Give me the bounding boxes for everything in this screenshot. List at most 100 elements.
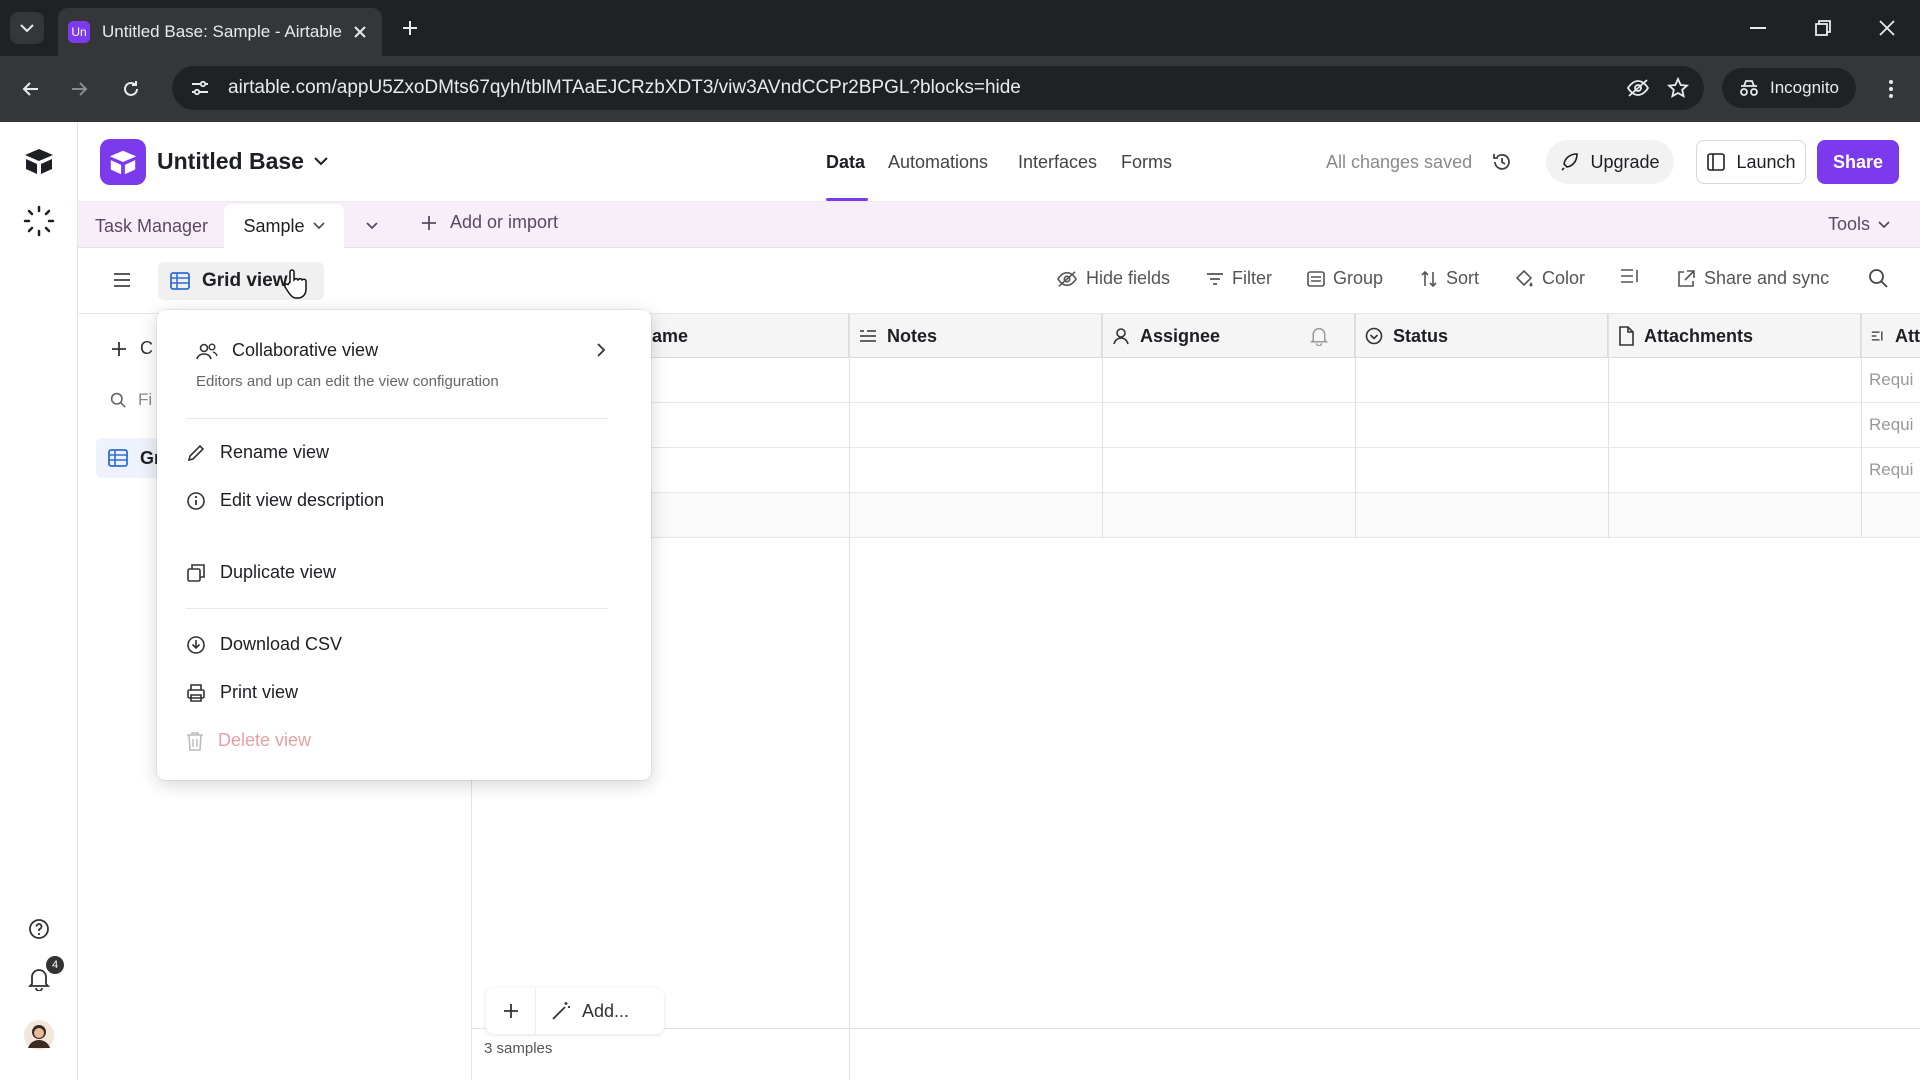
new-tab-button[interactable] — [396, 14, 424, 42]
nav-tab-automations[interactable]: Automations — [888, 152, 988, 173]
tools-button[interactable]: Tools — [1828, 214, 1890, 235]
browser-menu-button[interactable] — [1876, 72, 1906, 106]
table-row[interactable]: Requi — [472, 403, 1920, 448]
table-row[interactable]: Requi — [472, 358, 1920, 403]
upgrade-label: Upgrade — [1590, 151, 1660, 172]
menu-item-collaborative-view[interactable]: Collaborative view — [196, 340, 378, 361]
column-header-assignee[interactable]: Assignee — [1102, 314, 1355, 358]
menu-item-delete-view[interactable]: Delete view — [186, 730, 311, 751]
table-tab-task-manager[interactable]: Task Manager — [95, 216, 208, 237]
notification-count-badge: 4 — [46, 956, 64, 974]
add-with-ai-button[interactable]: Add... — [536, 1000, 629, 1022]
incognito-badge[interactable]: Incognito — [1722, 68, 1856, 108]
filter-button[interactable]: Filter — [1206, 268, 1272, 289]
history-icon[interactable] — [1488, 148, 1516, 176]
group-button[interactable]: Group — [1307, 268, 1383, 289]
share-and-sync-label: Share and sync — [1704, 268, 1830, 288]
tab-search-button[interactable] — [10, 12, 44, 44]
column-header-notes[interactable]: Notes — [849, 314, 1102, 358]
add-row[interactable] — [472, 493, 1920, 538]
search-button[interactable] — [1868, 268, 1888, 288]
browser-tab[interactable]: Un Untitled Base: Sample - Airtable — [58, 8, 382, 56]
find-view-input[interactable]: Fi — [110, 390, 152, 410]
color-button[interactable]: Color — [1514, 268, 1585, 289]
back-button[interactable] — [14, 72, 48, 106]
all-tables-button[interactable] — [360, 214, 384, 238]
filter-label: Filter — [1232, 268, 1272, 288]
site-info-icon[interactable] — [180, 68, 220, 108]
grid-footer-divider — [472, 1028, 1920, 1029]
forward-button[interactable] — [62, 72, 96, 106]
hide-fields-button[interactable]: Hide fields — [1056, 268, 1170, 289]
record-count: 3 samples — [484, 1040, 553, 1057]
nav-tab-data[interactable]: Data — [826, 152, 865, 173]
menu-item-rename-view[interactable]: Rename view — [186, 442, 329, 463]
base-name-dropdown[interactable]: Untitled Base — [157, 148, 328, 175]
menu-item-print-view[interactable]: Print view — [186, 682, 298, 703]
address-bar[interactable]: airtable.com/appU5ZxoDMts67qyh/tblMTAaEJ… — [172, 66, 1704, 110]
paint-bucket-icon — [1515, 269, 1533, 286]
search-icon — [1869, 269, 1888, 288]
add-or-import-button[interactable]: Add or import — [420, 212, 558, 233]
plus-icon — [112, 341, 126, 356]
add-record-button[interactable] — [486, 988, 536, 1034]
launch-button[interactable]: Launch — [1696, 140, 1806, 184]
view-name: Grid view — [202, 270, 288, 291]
menu-item-edit-view-description[interactable]: Edit view description — [186, 490, 384, 511]
url-text[interactable]: airtable.com/appU5ZxoDMts67qyh/tblMTAaEJ… — [228, 77, 1618, 99]
minimize-button[interactable] — [1743, 14, 1773, 42]
eye-slash-icon[interactable] — [1618, 68, 1658, 108]
magic-wand-icon — [552, 1002, 570, 1020]
sort-label: Sort — [1446, 268, 1480, 288]
help-icon[interactable] — [20, 910, 58, 948]
table-row[interactable]: Requi — [472, 448, 1920, 493]
restore-button[interactable] — [1808, 14, 1838, 42]
nav-tab-interfaces[interactable]: Interfaces — [1018, 152, 1097, 173]
upgrade-button[interactable]: Upgrade — [1546, 140, 1674, 184]
row-height-button[interactable] — [1620, 268, 1640, 284]
share-and-sync-button[interactable]: Share and sync — [1676, 268, 1829, 289]
hide-fields-label: Hide fields — [1086, 268, 1171, 288]
menu-item-label: Delete view — [218, 730, 312, 750]
users-icon — [196, 343, 218, 359]
info-icon — [187, 491, 205, 510]
column-header-name[interactable]: ame — [640, 314, 849, 358]
sort-button[interactable]: Sort — [1420, 268, 1479, 289]
column-header-partial[interactable]: Att — [1861, 314, 1920, 358]
chevron-down-icon — [366, 222, 378, 230]
add-record-bar: Add... — [486, 988, 664, 1034]
find-view-placeholder: Fi — [138, 390, 153, 409]
column-label: Assignee — [1140, 325, 1221, 346]
printer-icon — [187, 683, 205, 702]
close-icon — [1879, 20, 1895, 36]
table-tab-label: Sample — [243, 215, 305, 236]
cell-required-text: Requi — [1869, 370, 1914, 389]
active-tab-indicator — [826, 198, 868, 201]
create-view-button[interactable]: C — [110, 338, 153, 359]
filter-icon — [1207, 272, 1223, 285]
plus-icon — [503, 1004, 518, 1018]
save-status: All changes saved — [1326, 152, 1473, 172]
menu-item-download-csv[interactable]: Download CSV — [186, 634, 342, 655]
menu-item-duplicate-view[interactable]: Duplicate view — [186, 562, 336, 583]
base-logo-icon[interactable] — [100, 139, 146, 185]
add-with-ai-label: Add... — [582, 1000, 630, 1021]
nav-tab-forms[interactable]: Forms — [1121, 152, 1172, 173]
table-tab-sample[interactable]: Sample — [224, 204, 344, 248]
share-button[interactable]: Share — [1817, 140, 1899, 184]
column-header-status[interactable]: Status — [1355, 314, 1608, 358]
sort-icon — [1421, 270, 1437, 287]
bookmark-star-icon[interactable] — [1658, 68, 1698, 108]
window-close-button[interactable] — [1872, 14, 1902, 42]
avatar[interactable] — [20, 1016, 58, 1054]
airtable-home-icon[interactable] — [20, 142, 58, 180]
toggle-sidebar-button[interactable] — [108, 266, 136, 294]
menu-item-label: Collaborative view — [232, 340, 379, 360]
tab-close-button[interactable] — [348, 20, 372, 44]
column-header-attachments[interactable]: Attachments — [1608, 314, 1861, 358]
chevron-right-icon[interactable] — [596, 342, 606, 358]
column-label: Att — [1895, 325, 1920, 346]
reload-button[interactable] — [114, 72, 148, 106]
omni-icon[interactable] — [20, 202, 58, 240]
grid-icon — [170, 272, 190, 290]
